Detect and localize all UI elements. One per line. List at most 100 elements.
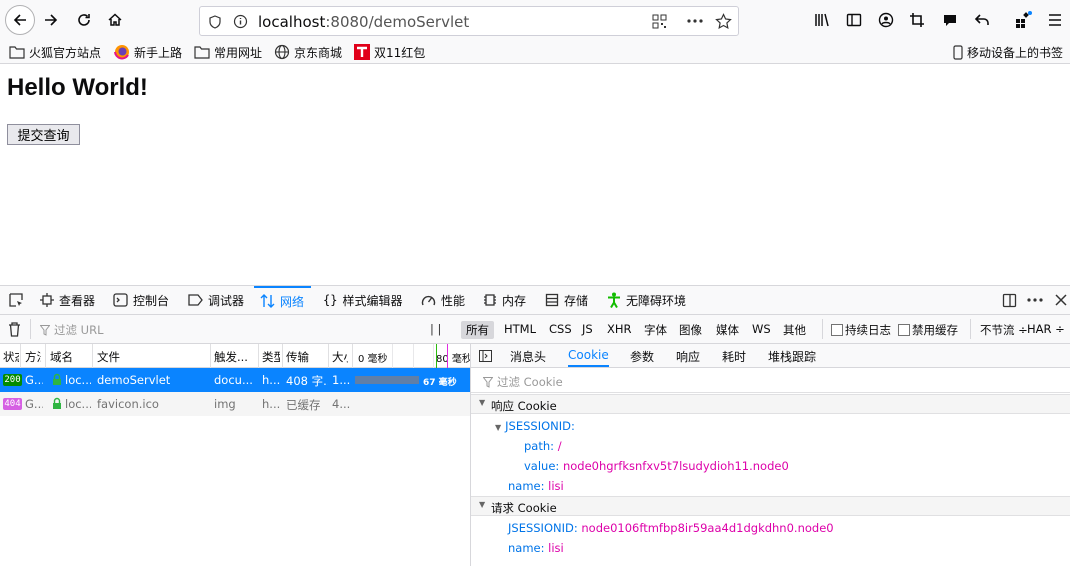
bookmark-label: 双11红包 bbox=[374, 45, 426, 60]
col-method[interactable]: 方法 bbox=[25, 349, 41, 365]
tab-headers[interactable]: 消息头 bbox=[510, 348, 546, 365]
persist-log-checkbox[interactable]: 持续日志 bbox=[831, 322, 891, 338]
checkbox-box[interactable] bbox=[831, 324, 843, 336]
tab-params[interactable]: 参数 bbox=[630, 348, 654, 365]
filter-fonts[interactable]: 字体 bbox=[644, 322, 667, 338]
close-devtools-button[interactable] bbox=[1047, 286, 1070, 314]
cookie-key: name: bbox=[508, 541, 545, 555]
memory-chip-icon bbox=[484, 294, 496, 306]
tab-debugger[interactable]: 调试器 bbox=[188, 286, 244, 314]
expand-triangle-icon: ▼ bbox=[479, 398, 486, 407]
col-size[interactable]: 大小 bbox=[332, 349, 348, 365]
bookmark-link[interactable]: 双11红包 bbox=[354, 43, 425, 61]
filter-xhr[interactable]: XHR bbox=[607, 322, 632, 336]
pick-element-icon bbox=[9, 293, 23, 307]
har-menu[interactable]: HAR ÷ bbox=[1027, 322, 1065, 336]
cookie-value: lisi bbox=[548, 541, 564, 555]
clear-button[interactable] bbox=[0, 315, 28, 343]
col-domain[interactable]: 域名 bbox=[50, 349, 90, 365]
status-badge: 200 bbox=[3, 374, 22, 386]
reload-button[interactable] bbox=[70, 6, 98, 34]
mobile-icon bbox=[953, 44, 963, 60]
screenshot-button[interactable] bbox=[903, 6, 931, 34]
cell-size: 4... bbox=[332, 397, 350, 411]
bookmark-label: 火狐官方站点 bbox=[29, 45, 102, 60]
tab-response[interactable]: 响应 bbox=[676, 348, 700, 365]
library-button[interactable] bbox=[808, 6, 836, 34]
tab-console[interactable]: 控制台 bbox=[113, 286, 169, 314]
bookmark-link[interactable]: 京东商城 bbox=[274, 43, 342, 61]
throttle-select[interactable]: 不节流 ÷ bbox=[980, 322, 1028, 338]
col-type[interactable]: 类型 bbox=[262, 349, 280, 365]
bookmark-link[interactable]: 新手上路 bbox=[114, 43, 182, 61]
filter-images[interactable]: 图像 bbox=[679, 322, 702, 338]
url-filter[interactable]: 过滤 URL bbox=[40, 322, 103, 338]
cookie-filter[interactable]: 过滤 Cookie bbox=[471, 368, 1070, 393]
url-bar[interactable]: localhost:8080/demoServlet bbox=[199, 6, 739, 36]
forward-button[interactable] bbox=[37, 6, 65, 34]
filter-html[interactable]: HTML bbox=[504, 322, 536, 336]
devtools-menu-button[interactable] bbox=[1021, 286, 1049, 314]
response-cookie-section[interactable]: ▼ 响应 Cookie bbox=[471, 394, 1070, 414]
col-status[interactable]: 状态 bbox=[3, 349, 19, 365]
tab-label: 网络 bbox=[280, 294, 305, 309]
chat-button[interactable] bbox=[936, 6, 964, 34]
divider bbox=[30, 319, 31, 339]
tab-stack-trace[interactable]: 堆栈跟踪 bbox=[768, 348, 816, 365]
col-file[interactable]: 文件 bbox=[97, 349, 207, 365]
filter-css[interactable]: CSS bbox=[549, 322, 572, 336]
mobile-bookmarks[interactable]: 移动设备上的书签 bbox=[953, 43, 1063, 61]
pause-button[interactable]: | | bbox=[430, 322, 441, 336]
url-text: localhost:8080/demoServlet bbox=[258, 13, 469, 31]
cell-file: favicon.ico bbox=[97, 397, 159, 411]
bookmark-folder[interactable]: 常用网址 bbox=[194, 43, 262, 61]
tab-memory[interactable]: 内存 bbox=[483, 286, 526, 314]
persist-log-label: 持续日志 bbox=[845, 323, 891, 337]
accessibility-icon bbox=[608, 292, 620, 308]
filter-media[interactable]: 媒体 bbox=[716, 322, 739, 338]
pick-element-button[interactable] bbox=[2, 286, 30, 314]
home-button[interactable] bbox=[101, 6, 129, 34]
cookie-property: value: node0hgrfksnfxv5t7lsudydioh11.nod… bbox=[524, 459, 789, 473]
table-row[interactable]: 200 G... loc... demoServlet docu... h...… bbox=[0, 368, 470, 392]
tab-storage[interactable]: 存储 bbox=[545, 286, 588, 314]
sidebar-button[interactable] bbox=[840, 6, 868, 34]
tab-performance[interactable]: 性能 bbox=[421, 286, 465, 314]
filter-js[interactable]: JS bbox=[582, 322, 593, 336]
funnel-icon bbox=[483, 376, 493, 388]
folder-icon bbox=[9, 46, 25, 59]
cookie-value: node0106ftmfbp8ir59aa4d1dgkdhn0.node0 bbox=[581, 521, 834, 535]
disable-cache-checkbox[interactable]: 禁用缓存 bbox=[898, 322, 958, 338]
account-button[interactable] bbox=[872, 6, 900, 34]
cookie-value: node0hgrfksnfxv5t7lsudydioh11.node0 bbox=[562, 459, 789, 473]
tab-cookies[interactable]: Cookie bbox=[568, 348, 609, 367]
filter-ws[interactable]: WS bbox=[752, 322, 771, 336]
expand-triangle-icon: ▼ bbox=[495, 423, 502, 432]
cell-domain: loc... bbox=[65, 397, 91, 411]
table-row[interactable]: 404 G... loc... favicon.ico img h... 已缓存… bbox=[0, 392, 470, 416]
tab-label: 性能 bbox=[441, 293, 466, 308]
col-cause[interactable]: 触发... bbox=[214, 349, 256, 365]
bookmark-folder[interactable]: 火狐官方站点 bbox=[9, 43, 101, 61]
request-cookie-section[interactable]: ▼ 请求 Cookie bbox=[471, 496, 1070, 516]
tab-style-editor[interactable]: {} 样式编辑器 bbox=[323, 286, 402, 314]
tab-inspector[interactable]: 查看器 bbox=[40, 286, 95, 314]
tab-timings[interactable]: 耗时 bbox=[722, 348, 746, 365]
filter-all[interactable]: 所有 bbox=[461, 321, 494, 339]
menu-button[interactable] bbox=[1041, 6, 1069, 34]
undo-button[interactable] bbox=[968, 6, 996, 34]
filter-other[interactable]: 其他 bbox=[783, 322, 806, 338]
dock-button[interactable] bbox=[995, 286, 1023, 314]
extensions-button[interactable] bbox=[1009, 6, 1037, 34]
cookie-node[interactable]: ▼ JSESSIONID: bbox=[495, 419, 575, 433]
col-transferred[interactable]: 传输 bbox=[286, 349, 326, 365]
back-button[interactable] bbox=[5, 5, 35, 35]
console-icon bbox=[113, 293, 128, 307]
submit-button[interactable]: 提交查询 bbox=[7, 124, 80, 145]
cookie-key: path: bbox=[524, 439, 555, 453]
disable-cache-label: 禁用缓存 bbox=[912, 323, 958, 337]
tab-accessibility[interactable]: 无障碍环境 bbox=[607, 286, 686, 314]
tab-network[interactable]: 网络 bbox=[254, 286, 312, 314]
checkbox-box[interactable] bbox=[898, 324, 910, 336]
tab-label: 内存 bbox=[502, 293, 527, 308]
